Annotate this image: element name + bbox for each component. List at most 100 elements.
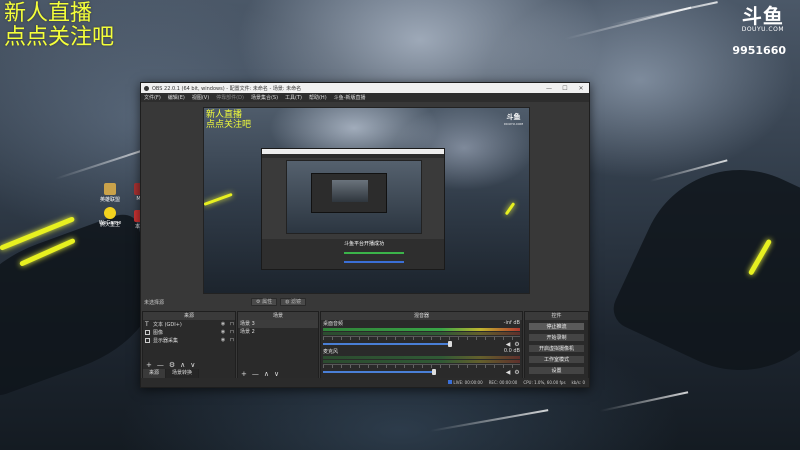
- meter-scale: [323, 336, 520, 340]
- visibility-eye-icon[interactable]: ◉: [220, 321, 226, 327]
- sources-footer: + — ⚙ ∧ ∨: [143, 360, 195, 369]
- preview-yellow-stripe: [504, 202, 516, 216]
- lock-icon[interactable]: ⊓: [229, 337, 235, 343]
- cpu-fps: CPU: 1.0%, 60.00 fps: [523, 380, 566, 385]
- preview-logo-domain: DOUYU.COM: [504, 122, 523, 126]
- menu-edit[interactable]: 编辑(E): [168, 94, 185, 101]
- fader-knob[interactable]: [448, 341, 452, 347]
- controls-header: 控件: [525, 312, 588, 320]
- channel-head: 桌面音频 -inf dB: [323, 320, 520, 327]
- scenes-footer: + — ∧ ∨: [238, 369, 279, 378]
- scene-item[interactable]: 场景 3: [238, 320, 318, 328]
- scenes-header: 场景: [238, 312, 318, 320]
- volume-fader[interactable]: ◀ ⚙: [323, 341, 520, 348]
- image-icon: [145, 329, 150, 335]
- speaker-icon[interactable]: ◀: [505, 369, 511, 376]
- dark-wing-shape: [607, 137, 800, 403]
- add-source-button[interactable]: +: [146, 361, 152, 369]
- preview-canvas[interactable]: 新人直播 点点关注吧 斗鱼 DOUYU.COM 斗鱼平台开播成功: [203, 107, 530, 294]
- gear-icon[interactable]: ⚙: [514, 369, 520, 376]
- light-streak: [599, 391, 689, 412]
- preview-overlay-line-2: 点点关注吧: [206, 120, 252, 130]
- preview-overlay-text: 新人直播 点点关注吧: [206, 110, 251, 130]
- meter-scale: [323, 364, 520, 368]
- studio-mode-button[interactable]: 工作室模式: [528, 355, 585, 364]
- scene-item[interactable]: 场景 2: [238, 328, 318, 336]
- mixer-channel: 麦克风 0.0 dB ◀ ⚙: [321, 348, 522, 376]
- virtual-camera-button[interactable]: 开启虚拟摄像机: [528, 344, 585, 353]
- source-settings-gear-icon[interactable]: ⚙: [169, 361, 175, 369]
- volume-fader[interactable]: ◀ ⚙: [323, 369, 520, 376]
- tab-sources[interactable]: 来源: [143, 369, 167, 378]
- preview-yellow-stripe: [204, 192, 233, 206]
- channel-level: -inf dB: [503, 320, 520, 326]
- volume-meter: [323, 332, 520, 335]
- logo-mark: 斗鱼: [741, 4, 784, 28]
- gear-icon[interactable]: ⚙: [514, 341, 520, 348]
- channel-name: 桌面音频: [323, 321, 344, 327]
- mixer-header: 混音器: [321, 312, 522, 320]
- source-toolbar: 未选择源 ⚙ 属性 ◍ 滤镜: [141, 297, 589, 308]
- source-properties-group: ⚙ 属性 ◍ 滤镜: [251, 298, 307, 306]
- menu-help[interactable]: 帮助(H): [309, 94, 327, 101]
- close-button[interactable]: ✕: [573, 85, 589, 92]
- menu-docks[interactable]: 停靠部件(D): [216, 94, 244, 101]
- add-scene-button[interactable]: +: [241, 370, 247, 378]
- fader-knob[interactable]: [432, 369, 436, 375]
- stop-streaming-button[interactable]: 停止推流: [528, 322, 585, 331]
- nested-meter: [344, 252, 404, 254]
- menu-douyu[interactable]: 斗鱼-新版直播: [334, 94, 366, 101]
- minimize-button[interactable]: —: [541, 85, 557, 92]
- remove-source-button[interactable]: —: [157, 361, 164, 369]
- visibility-eye-icon[interactable]: ◉: [220, 337, 226, 343]
- maximize-button[interactable]: ☐: [557, 85, 573, 92]
- channel-head: 麦克风 0.0 dB: [323, 348, 520, 355]
- sources-header: 来源: [143, 312, 235, 320]
- live-status: LIVE: 00:00:00: [448, 380, 483, 385]
- preview-logo: 斗鱼 DOUYU.COM: [504, 112, 523, 126]
- source-item[interactable]: 图像 ◉ ⊓: [143, 328, 235, 336]
- live-time: LIVE: 00:00:00: [453, 380, 483, 385]
- source-name: 图像: [153, 329, 164, 336]
- game-icon: [104, 183, 116, 195]
- obs-titlebar[interactable]: OBS 22.0.1 (64 bit, windows) - 配置文件: 未命名…: [141, 83, 589, 93]
- lock-icon[interactable]: ⊓: [229, 329, 235, 335]
- status-bar: LIVE: 00:00:00 REC: 00:00:00 CPU: 1.0%, …: [141, 378, 589, 387]
- menu-scene-collection[interactable]: 场景集合(S): [251, 94, 278, 101]
- move-up-button[interactable]: ∧: [180, 361, 185, 369]
- tab-scene-transitions[interactable]: 场景转换: [166, 369, 200, 378]
- live-indicator-icon: [448, 380, 453, 384]
- source-item[interactable]: T 文本 (GDI+) ◉ ⊓: [143, 320, 235, 328]
- source-name: 显示器采集: [153, 337, 179, 344]
- speaker-icon[interactable]: ◀: [505, 341, 511, 348]
- fader-track[interactable]: [323, 341, 452, 347]
- volume-meter: [323, 360, 520, 363]
- overlay-line-2: 点点关注吧: [4, 25, 115, 50]
- move-down-button[interactable]: ∨: [190, 361, 195, 369]
- light-streak: [609, 1, 718, 26]
- stream-overlay-text: 新人直播 点点关注吧: [4, 2, 114, 50]
- remove-scene-button[interactable]: —: [252, 370, 259, 378]
- volume-meter: [323, 356, 520, 359]
- visibility-eye-icon[interactable]: ◉: [220, 329, 226, 335]
- source-name: 文本 (GDI+): [153, 321, 182, 328]
- properties-label: 属性: [262, 299, 273, 305]
- settings-button[interactable]: 设置: [528, 366, 585, 375]
- shortcut-icon: [104, 218, 116, 220]
- menu-tools[interactable]: 工具(T): [285, 94, 302, 101]
- scene-down-button[interactable]: ∨: [274, 370, 279, 378]
- source-item[interactable]: 显示器采集 ◉ ⊓: [143, 336, 235, 344]
- controls-dock: 控件 停止推流 开始录制 开启虚拟摄像机 工作室模式 设置 退出: [524, 311, 589, 386]
- mixer-channel: 桌面音频 -inf dB ◀ ⚙: [321, 320, 522, 348]
- menu-view[interactable]: 视图(V): [192, 94, 209, 101]
- start-recording-button[interactable]: 开始录制: [528, 333, 585, 342]
- properties-button[interactable]: ⚙ 属性: [251, 298, 278, 306]
- sources-tabs: 来源 场景转换: [143, 369, 235, 378]
- menu-file[interactable]: 文件(F): [144, 94, 161, 101]
- fader-track[interactable]: [323, 369, 436, 375]
- scene-up-button[interactable]: ∧: [264, 370, 269, 378]
- window-title: OBS 22.0.1 (64 bit, windows) - 配置文件: 未命名…: [152, 85, 302, 92]
- nested-screen: [311, 173, 387, 213]
- lock-icon[interactable]: ⊓: [229, 321, 235, 327]
- filters-button[interactable]: ◍ 滤镜: [280, 298, 307, 306]
